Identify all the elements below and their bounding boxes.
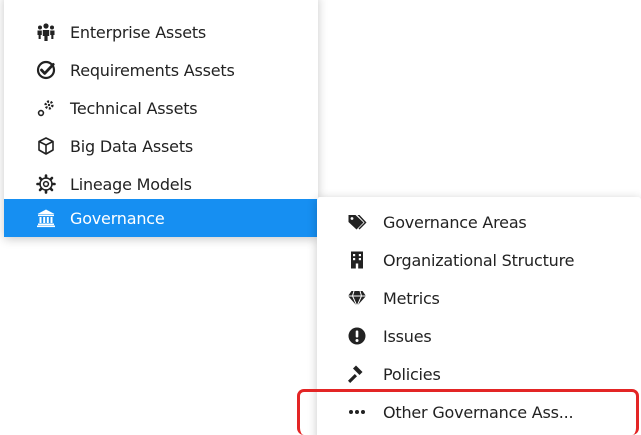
gear-outline-icon <box>36 174 56 194</box>
menu-item-label: Requirements Assets <box>70 60 235 80</box>
submenu-item-label: Governance Areas <box>383 212 527 232</box>
bank-icon <box>36 208 56 228</box>
submenu-item-governance-areas[interactable]: Governance Areas <box>317 203 641 241</box>
building-icon <box>347 250 367 270</box>
menu-item-label: Technical Assets <box>70 98 198 118</box>
menu-item-label: Big Data Assets <box>70 136 194 156</box>
menu-item-requirements-assets[interactable]: Requirements Assets <box>4 51 318 89</box>
menu-item-label: Governance <box>70 208 165 228</box>
submenu-item-organizational-structure[interactable]: Organizational Structure <box>317 241 641 279</box>
submenu-item-issues[interactable]: Issues <box>317 317 641 355</box>
exclamation-circle-icon <box>347 326 367 346</box>
menu-item-label: Enterprise Assets <box>70 22 207 42</box>
cogs-icon <box>36 98 56 118</box>
menu-item-label: Lineage Models <box>70 174 192 194</box>
submenu-item-label: Issues <box>383 326 432 346</box>
highlight-annotation-box <box>297 389 639 435</box>
submenu-item-label: Policies <box>383 364 441 384</box>
menu-item-lineage-models[interactable]: Lineage Models <box>4 165 318 203</box>
submenu-item-metrics[interactable]: Metrics <box>317 279 641 317</box>
users-group-icon <box>36 22 56 42</box>
cube-icon <box>36 136 56 156</box>
menu-item-governance[interactable]: Governance <box>4 199 318 237</box>
main-menu: Enterprise Assets Requirements Assets Te… <box>4 0 318 237</box>
submenu-item-label: Organizational Structure <box>383 250 575 270</box>
tags-icon <box>347 212 367 232</box>
page: Enterprise Assets Requirements Assets Te… <box>0 0 641 435</box>
check-badge-icon <box>36 60 56 80</box>
submenu-item-policies[interactable]: Policies <box>317 355 641 393</box>
gavel-icon <box>347 364 367 384</box>
submenu-item-label: Metrics <box>383 288 440 308</box>
menu-item-big-data-assets[interactable]: Big Data Assets <box>4 127 318 165</box>
diamond-icon <box>347 288 367 308</box>
menu-item-technical-assets[interactable]: Technical Assets <box>4 89 318 127</box>
menu-item-enterprise-assets[interactable]: Enterprise Assets <box>4 13 318 51</box>
